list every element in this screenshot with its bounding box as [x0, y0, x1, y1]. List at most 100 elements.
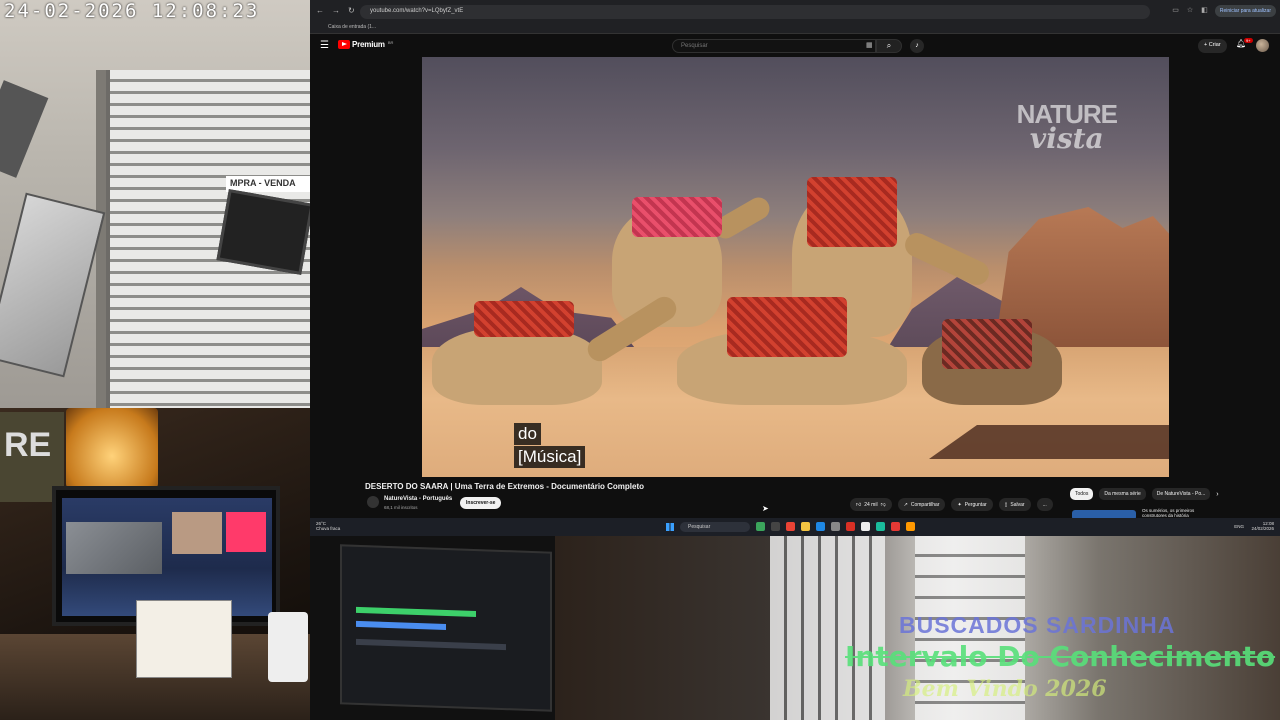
app-icon[interactable]: [756, 522, 765, 531]
logo-region: BR: [387, 40, 394, 45]
monitor-thumb: [226, 512, 266, 552]
search-button[interactable]: ⌕: [876, 39, 902, 53]
camel-saddle: [632, 197, 722, 237]
hanging-laptop: [216, 189, 310, 275]
create-button[interactable]: + Criar: [1198, 39, 1227, 53]
camel-neck: [901, 229, 993, 289]
desk-calendar: [136, 600, 232, 678]
mic-button[interactable]: ♪: [910, 39, 924, 53]
overlay-greeting: Bem Vindo 2026: [903, 676, 1107, 702]
overlay-title: BUSCADOS SARDINHA: [899, 612, 1176, 638]
update-button[interactable]: Reiniciar para atualizar: [1214, 5, 1276, 17]
subscribe-button[interactable]: Inscrever-se: [460, 497, 502, 509]
video-player[interactable]: NATURE vista do [Música]: [422, 57, 1169, 477]
avatar[interactable]: [1256, 39, 1269, 52]
weather-widget[interactable]: 26°C Chuva fraca: [316, 521, 340, 531]
chip-all[interactable]: Todos: [1070, 488, 1094, 500]
taskbar-search[interactable]: Pesquisar: [680, 522, 750, 532]
create-label: Criar: [1208, 42, 1221, 48]
address-bar[interactable]: youtube.com/watch?v=LQbyfZ_vtE: [360, 5, 1150, 19]
chevron-right-icon[interactable]: ›: [1216, 491, 1218, 498]
watermark-line2: vista: [1029, 122, 1104, 155]
chrome-icon[interactable]: [786, 522, 795, 531]
reload-icon[interactable]: ↻: [348, 6, 355, 15]
browser-window: ← → ↻ youtube.com/watch?v=LQbyfZ_vtE ▭ ☆…: [310, 0, 1280, 536]
monitor-thumb: [172, 512, 222, 554]
app-icon[interactable]: [891, 522, 900, 531]
camera-timestamp: 24-02-2026 12:08:23: [4, 0, 260, 22]
thumbs-down-icon[interactable]: 👎︎: [881, 502, 886, 508]
bookmark-inbox[interactable]: Caixa de entrada (1...: [328, 24, 376, 30]
share-label: Compartilhar: [910, 501, 940, 508]
audio-track: [356, 606, 476, 618]
channel-name[interactable]: NatureVista - Português: [384, 496, 452, 502]
camel-saddle: [807, 177, 897, 247]
camel-saddle: [474, 301, 574, 337]
browser-actions: ▭ ☆ ◧ ●: [1172, 6, 1220, 14]
youtube-logo[interactable]: Premium BR: [338, 40, 393, 49]
video-captions: do [Música]: [514, 423, 586, 469]
save-label: Salvar: [1010, 501, 1025, 508]
app-icon[interactable]: [861, 522, 870, 531]
back-icon[interactable]: ←: [316, 6, 324, 15]
caption-line: do: [514, 423, 541, 445]
weather-desc: Chuva fraca: [316, 526, 341, 531]
extensions-icon[interactable]: ◧: [1201, 6, 1208, 14]
camel-resting: [432, 327, 602, 405]
mouse-cursor-icon: ➤: [762, 504, 769, 513]
ask-label: Perguntar: [964, 501, 987, 508]
ask-button[interactable]: ✦ Perguntar: [951, 498, 993, 511]
channel-avatar[interactable]: [367, 496, 379, 508]
windows-start-icon[interactable]: [666, 523, 674, 531]
video-title: DESERTO DO SAARA | Uma Terra de Extremos…: [365, 482, 645, 491]
chip-channel[interactable]: De NatureVista - Po...: [1151, 488, 1211, 500]
studio-camera-feed: [310, 536, 555, 720]
recommendation-chips: Todos Da mesma série De NatureVista - Po…: [1070, 488, 1219, 500]
recommended-title[interactable]: Os sumérios, os primeiros construtores d…: [1142, 508, 1202, 518]
mic-icon: ♪: [915, 42, 919, 49]
monitor-thumb: [66, 522, 162, 574]
browser-toolbar: ← → ↻ youtube.com/watch?v=LQbyfZ_vtE ▭ ☆…: [310, 0, 1280, 22]
clock-date: 24/02/2026: [1251, 526, 1274, 531]
vlc-icon[interactable]: [906, 522, 915, 531]
like-button[interactable]: 👍︎ 24 mil 👎︎: [850, 498, 892, 511]
thumbs-up-icon: 👍︎: [856, 501, 862, 508]
hanging-laptop: [0, 80, 49, 178]
task-view-icon[interactable]: [771, 522, 780, 531]
youtube-header: ☰ Premium BR Pesquisar ▦ ⌕ ♪ + Criar 🔔︎ …: [310, 36, 1280, 56]
lamp: [66, 408, 158, 488]
menu-icon[interactable]: ☰: [320, 40, 329, 51]
bookmark-icon: ▯: [1004, 501, 1008, 508]
video-actions: 👍︎ 24 mil 👎︎ ↗ Compartilhar ✦ Perguntar ▯ Sal…: [850, 498, 1053, 511]
edge-icon[interactable]: [816, 522, 825, 531]
window-grille: [770, 536, 885, 720]
forward-icon[interactable]: →: [332, 6, 340, 15]
taskbar-apps: [756, 522, 915, 531]
nav-buttons: ← → ↻: [316, 6, 355, 15]
share-icon: ↗: [903, 501, 908, 508]
language-indicator[interactable]: ENG: [1234, 524, 1244, 529]
camel-saddle: [727, 297, 847, 357]
app-icon[interactable]: [876, 522, 885, 531]
system-clock[interactable]: 12:08 24/02/2026: [1251, 521, 1274, 531]
share-button[interactable]: ↗ Compartilhar: [897, 498, 946, 511]
video-metadata: DESERTO DO SAARA | Uma Terra de Extremos…: [310, 478, 1280, 520]
star-icon[interactable]: ☆: [1187, 6, 1193, 14]
folder-icon[interactable]: [801, 522, 810, 531]
audio-track: [356, 638, 506, 651]
search-input[interactable]: Pesquisar: [672, 39, 876, 53]
cast-icon[interactable]: ▭: [1172, 6, 1179, 14]
save-button[interactable]: ▯ Salvar: [998, 498, 1031, 511]
bookmarks-bar: Caixa de entrada (1...: [310, 22, 1280, 34]
room-camera-feed: RE: [0, 408, 310, 720]
chip-same-series[interactable]: Da mesma série: [1099, 488, 1146, 500]
more-button[interactable]: ...: [1036, 498, 1053, 511]
caption-line: [Música]: [514, 446, 586, 468]
like-count: 24 mil: [864, 501, 878, 508]
monitor-screen: [62, 498, 272, 616]
keyboard-icon[interactable]: ▦: [866, 41, 873, 49]
app-icon[interactable]: [846, 522, 855, 531]
window-camera-feed: BUSCADOS SARDINHA Intervalo Do Conhecime…: [555, 536, 1280, 720]
store-icon[interactable]: [831, 522, 840, 531]
editing-screen: [340, 544, 552, 712]
